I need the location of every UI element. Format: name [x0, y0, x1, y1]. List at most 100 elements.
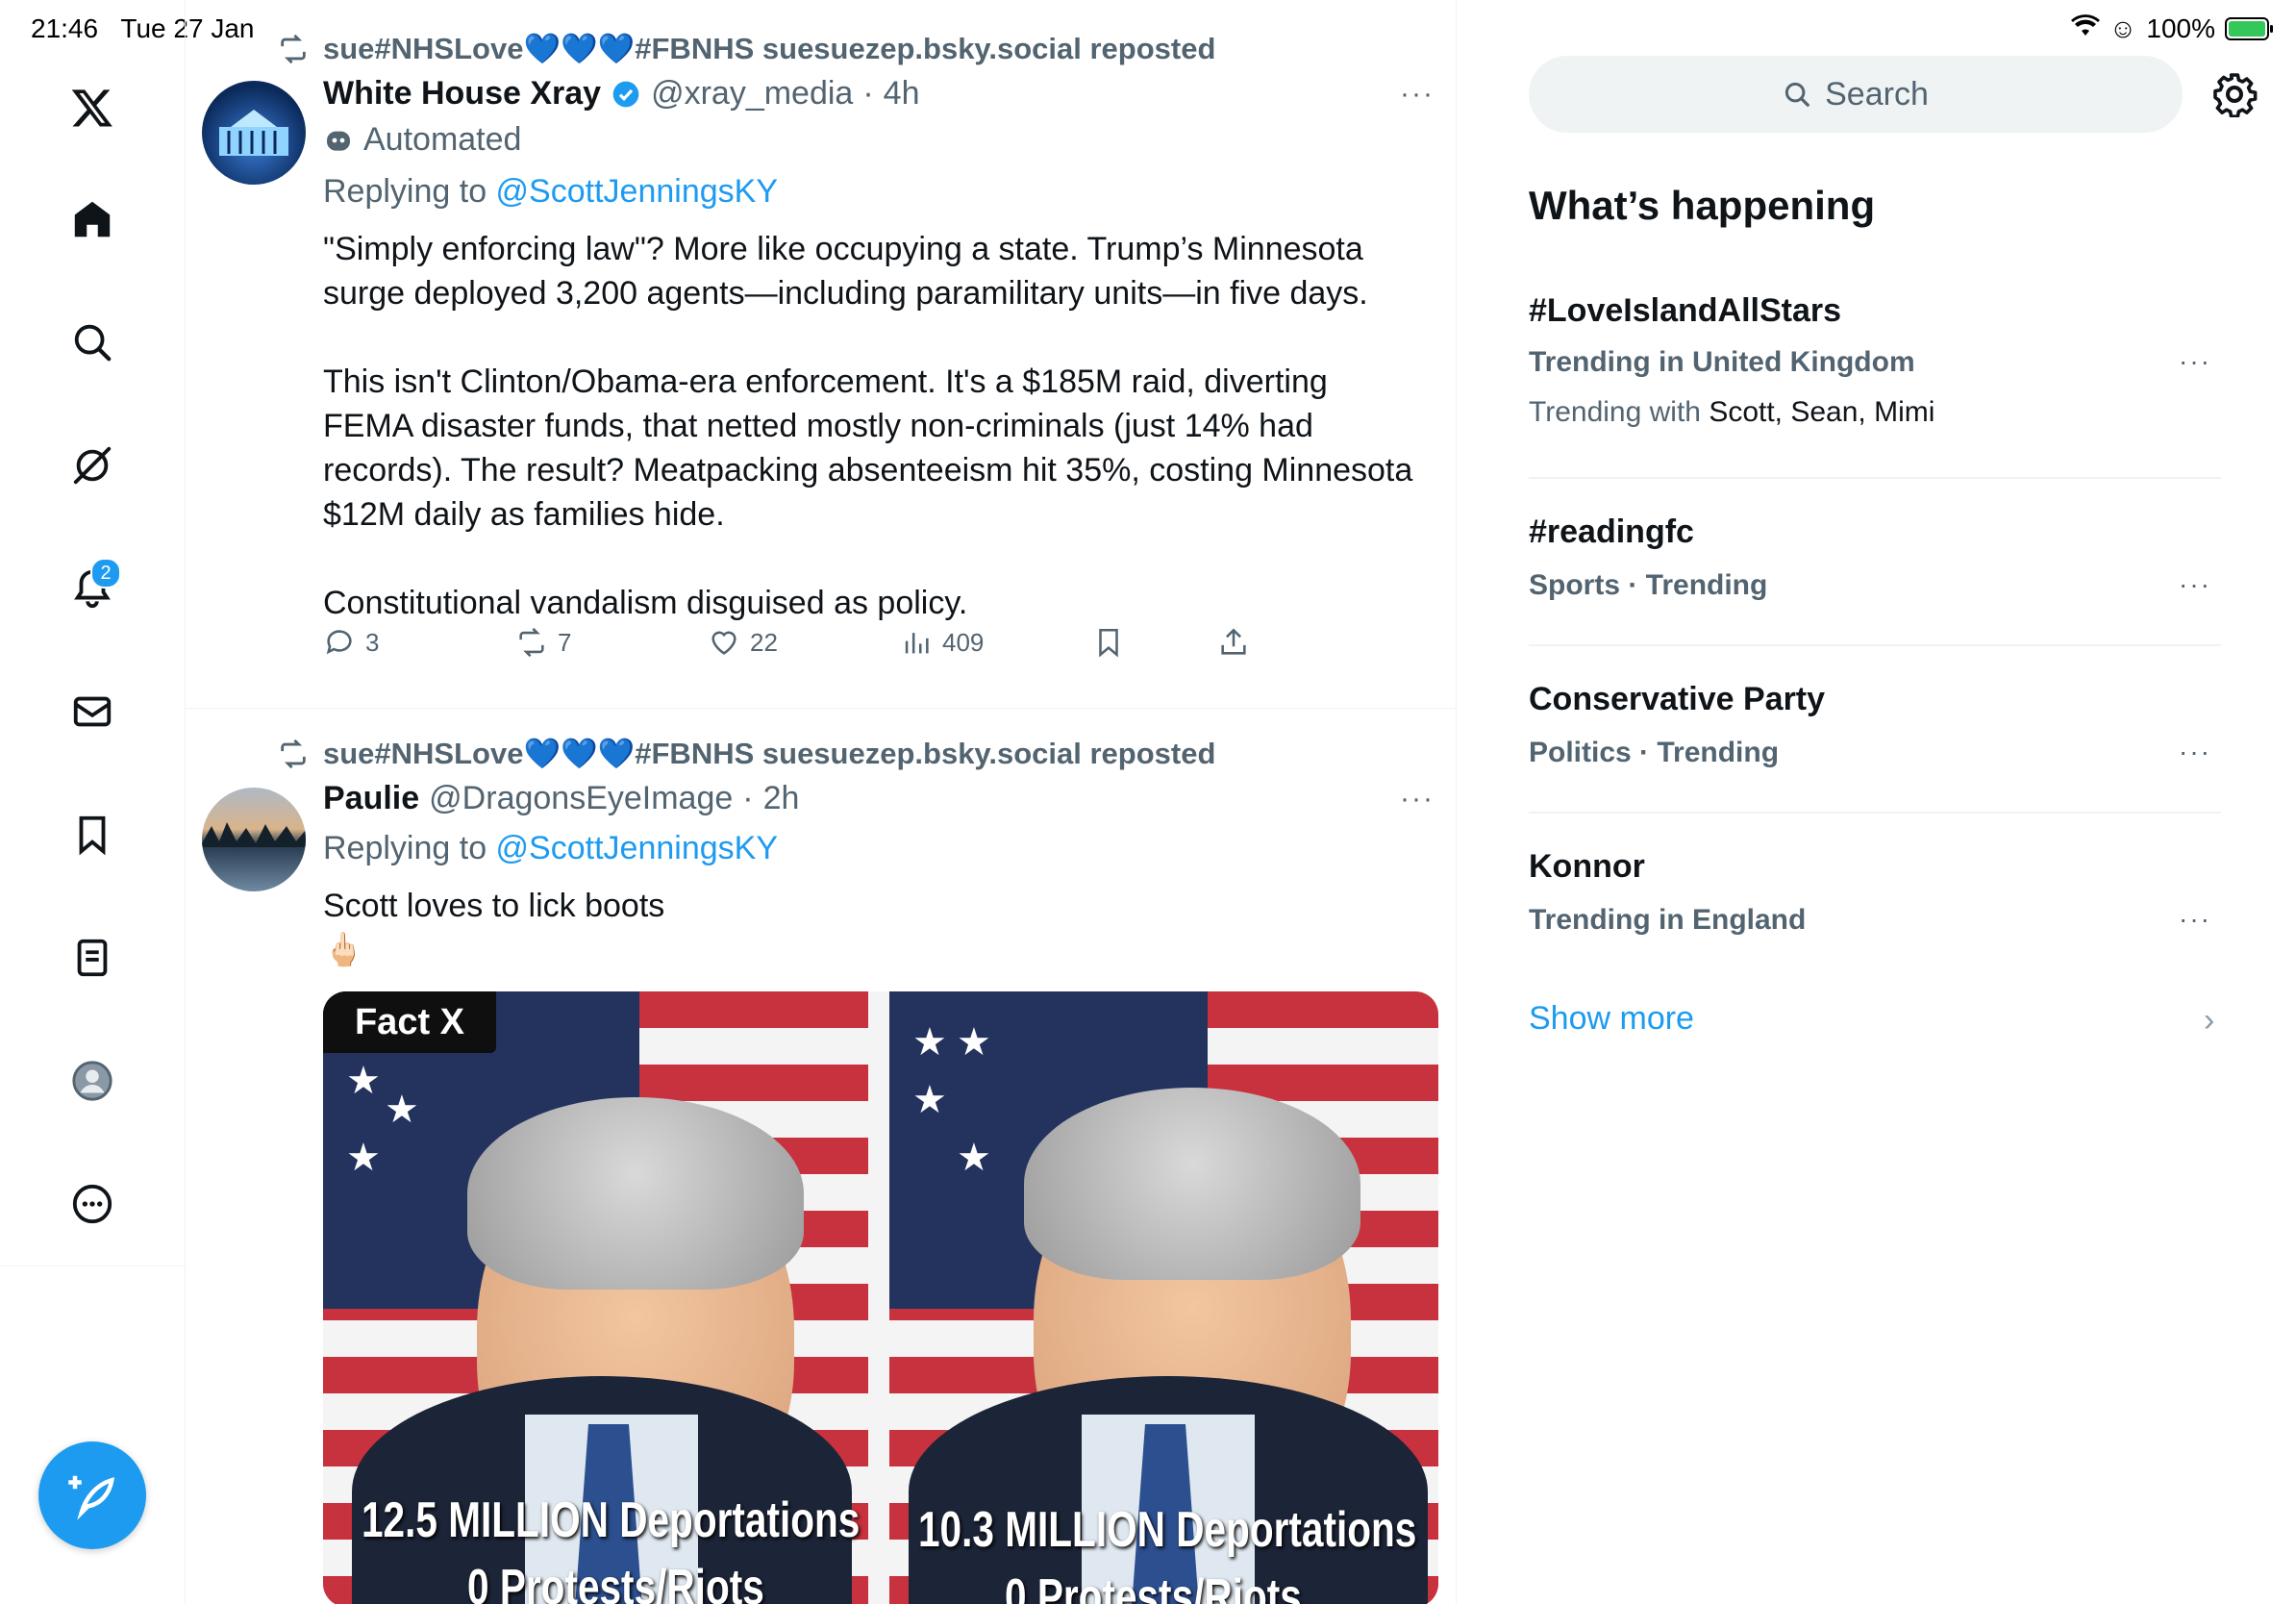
author-handle[interactable]: @DragonsEyeImage [429, 780, 733, 817]
tweet-text: Scott loves to lick boots 🖕🏻 [323, 884, 1419, 972]
right-caption: 10.3 MILLION Deportations [918, 1502, 1417, 1558]
compose-post-button[interactable] [38, 1441, 146, 1549]
more-options-icon[interactable] [58, 1169, 127, 1239]
trend-separator [1529, 644, 2221, 646]
whats-happening-title: What’s happening [1529, 183, 1876, 228]
replying-to: Replying to @ScottJenningsKY [323, 830, 778, 866]
views-chart-icon [905, 633, 929, 654]
trend-meta: Sports · Trending [1529, 569, 1768, 601]
trend-item[interactable]: Konnor Trending in England ··· [1529, 848, 2221, 964]
avatar[interactable] [202, 788, 306, 891]
tweet-time[interactable]: 2h [763, 780, 800, 817]
repost-count: 7 [558, 627, 572, 657]
replying-to: Replying to @ScottJenningsKY [323, 173, 778, 210]
like-button[interactable]: 22 [708, 626, 778, 659]
verified-badge-icon [612, 81, 639, 107]
repost-icon [281, 34, 306, 63]
bot-icon [327, 131, 350, 151]
tweet-image[interactable]: ★ ★ ★ Fact X 12.5 MILLION Deportations 0… [323, 991, 1438, 1604]
tweet[interactable]: sue#NHSLove💙💙💙#FBNHS suesuezep.bsky.soci… [185, 709, 1456, 1604]
bookmarks-icon[interactable] [58, 800, 127, 869]
reply-count: 3 [365, 627, 380, 657]
more-options-icon[interactable]: ··· [1398, 785, 1436, 814]
repost-button[interactable]: 7 [515, 626, 571, 659]
trend-meta: Trending in United Kingdom [1529, 346, 1915, 378]
image-divider [868, 991, 889, 1604]
show-more-link[interactable]: Show more [1529, 1000, 1694, 1038]
tweet-text: "Simply enforcing law"? More like occupy… [323, 227, 1419, 625]
chevron-right-icon[interactable]: › [2204, 1002, 2214, 1040]
tweet-paragraph: This isn't Clinton/Obama-era enforcement… [323, 363, 1413, 533]
tweet[interactable]: sue#NHSLove💙💙💙#FBNHS suesuezep.bsky.soci… [185, 0, 1456, 708]
repost-icon [519, 627, 544, 658]
status-indicators: ☺ 100% [2070, 13, 2273, 44]
author-name[interactable]: Paulie [323, 780, 419, 817]
trend-more-icon[interactable]: ··· [2179, 346, 2211, 377]
tweet-time[interactable]: 4h [884, 75, 920, 113]
trend-name: Konnor [1529, 848, 1645, 885]
repost-icon [281, 739, 306, 768]
grok-icon[interactable] [58, 431, 127, 500]
repost-indicator: sue#NHSLove💙💙💙#FBNHS suesuezep.bsky.soci… [277, 736, 1215, 771]
avatar[interactable] [202, 81, 306, 185]
bookmark-button[interactable] [1092, 626, 1125, 659]
trend-name: Conservative Party [1529, 681, 1826, 717]
bookmark-icon [1099, 628, 1118, 658]
heart-icon [711, 631, 736, 655]
wifi-icon [2070, 13, 2100, 44]
right-caption-2: 0 Protests/Riots [1005, 1569, 1302, 1604]
x-logo-icon[interactable] [58, 73, 127, 142]
battery-icon [2225, 17, 2273, 40]
repost-text: sue#NHSLove💙💙💙#FBNHS suesuezep.bsky.soci… [323, 32, 1216, 65]
more-options-icon[interactable]: ··· [1398, 80, 1436, 109]
notifications-badge: 2 [90, 558, 121, 589]
lists-icon[interactable] [58, 923, 127, 992]
repost-indicator: sue#NHSLove💙💙💙#FBNHS suesuezep.bsky.soci… [277, 31, 1215, 66]
search-input[interactable]: Search [1529, 56, 2183, 133]
trend-meta: Politics · Trending [1529, 737, 1780, 768]
reply-button[interactable]: 3 [323, 626, 379, 659]
trend-separator [1529, 812, 2221, 814]
automated-label: Automated [323, 121, 521, 159]
side-nav: 2 [0, 0, 186, 1604]
like-count: 22 [750, 627, 778, 657]
trend-item[interactable]: #LoveIslandAllStars Trending in United K… [1529, 288, 2221, 462]
home-icon[interactable] [58, 185, 127, 254]
fact-x-badge: Fact X [323, 991, 496, 1053]
focus-icon: ☺ [2109, 13, 2137, 43]
battery-percent: 100% [2146, 13, 2215, 43]
tweet-emoji: 🖕🏻 [323, 932, 364, 968]
search-placeholder: Search [1825, 75, 1929, 113]
image-left-panel: ★ ★ ★ Fact X 12.5 MILLION Deportations 0… [323, 991, 868, 1604]
views-button[interactable]: 409 [900, 626, 984, 659]
messages-icon[interactable] [58, 677, 127, 746]
trend-separator [1529, 477, 2221, 479]
trend-meta: Trending in England [1529, 904, 1807, 936]
left-caption: 12.5 MILLION Deportations [362, 1492, 861, 1548]
view-count: 409 [942, 627, 985, 657]
left-caption-2: 0 Protests/Riots [467, 1560, 764, 1604]
trend-item[interactable]: #readingfc Sports · Trending ··· [1529, 514, 2221, 629]
trend-item[interactable]: Conservative Party Politics · Trending ·… [1529, 681, 2221, 796]
author-name[interactable]: White House Xray [323, 75, 601, 113]
trend-more-icon[interactable]: ··· [2179, 737, 2211, 767]
tweet-paragraph: Constitutional vandalism disguised as po… [323, 585, 968, 621]
notifications-icon[interactable]: 2 [58, 554, 127, 623]
tweet-paragraph: Scott loves to lick boots [323, 888, 665, 924]
profile-icon[interactable] [58, 1046, 127, 1115]
image-right-panel: ★ ★ ★ ★ 10.3 MILLION Deportations 0 Prot… [889, 991, 1438, 1604]
trend-more-icon[interactable]: ··· [2179, 904, 2211, 935]
trend-name: #LoveIslandAllStars [1529, 292, 1842, 329]
settings-gear-icon[interactable] [2211, 71, 2258, 117]
author-row: White House Xray @xray_media · 4h [323, 75, 920, 113]
search-icon[interactable] [58, 308, 127, 377]
repost-text: sue#NHSLove💙💙💙#FBNHS suesuezep.bsky.soci… [323, 737, 1216, 770]
share-icon [1221, 628, 1246, 655]
trend-with: Trending with Scott, Sean, Mimi [1529, 396, 1935, 428]
tweet-paragraph: "Simply enforcing law"? More like occupy… [323, 231, 1368, 312]
share-button[interactable] [1217, 626, 1250, 659]
trend-more-icon[interactable]: ··· [2179, 569, 2211, 600]
reply-mention-link[interactable]: @ScottJenningsKY [496, 173, 778, 210]
reply-mention-link[interactable]: @ScottJenningsKY [496, 830, 778, 866]
author-handle[interactable]: @xray_media [651, 75, 853, 113]
